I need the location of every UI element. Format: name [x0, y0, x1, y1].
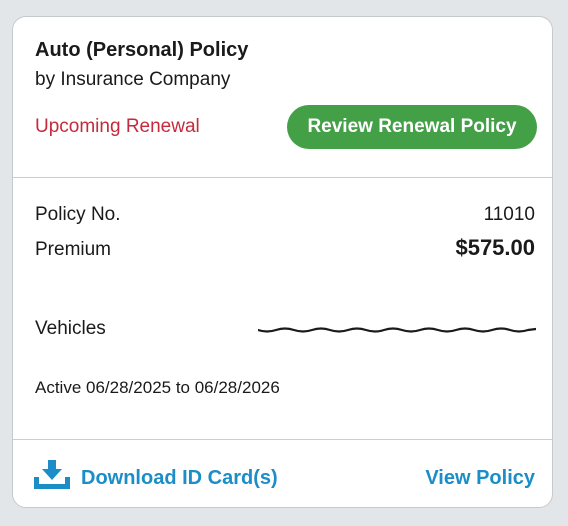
header-divider — [13, 177, 552, 178]
download-icon — [34, 460, 70, 489]
renewal-status: Upcoming Renewal — [35, 116, 200, 137]
review-renewal-policy-button[interactable]: Review Renewal Policy — [287, 105, 537, 149]
policy-number-value: 11010 — [483, 204, 535, 225]
footer-divider — [13, 439, 552, 440]
insurance-company: by Insurance Company — [35, 69, 231, 90]
policy-card: Auto (Personal) Policy by Insurance Comp… — [12, 16, 553, 508]
policy-header: Auto (Personal) Policy by Insurance Comp… — [13, 17, 552, 177]
vehicles-redacted-line — [258, 327, 536, 333]
active-period: Active 06/28/2025 to 06/28/2026 — [35, 378, 280, 397]
premium-label: Premium — [35, 239, 112, 260]
vehicles-label: Vehicles — [35, 318, 106, 339]
policy-title: Auto (Personal) Policy — [35, 39, 249, 61]
download-id-cards-label[interactable]: Download ID Card(s) — [81, 466, 278, 490]
policy-number-label: Policy No. — [35, 204, 121, 225]
premium-value: $575.00 — [455, 235, 535, 260]
view-policy-link[interactable]: View Policy — [425, 466, 535, 490]
